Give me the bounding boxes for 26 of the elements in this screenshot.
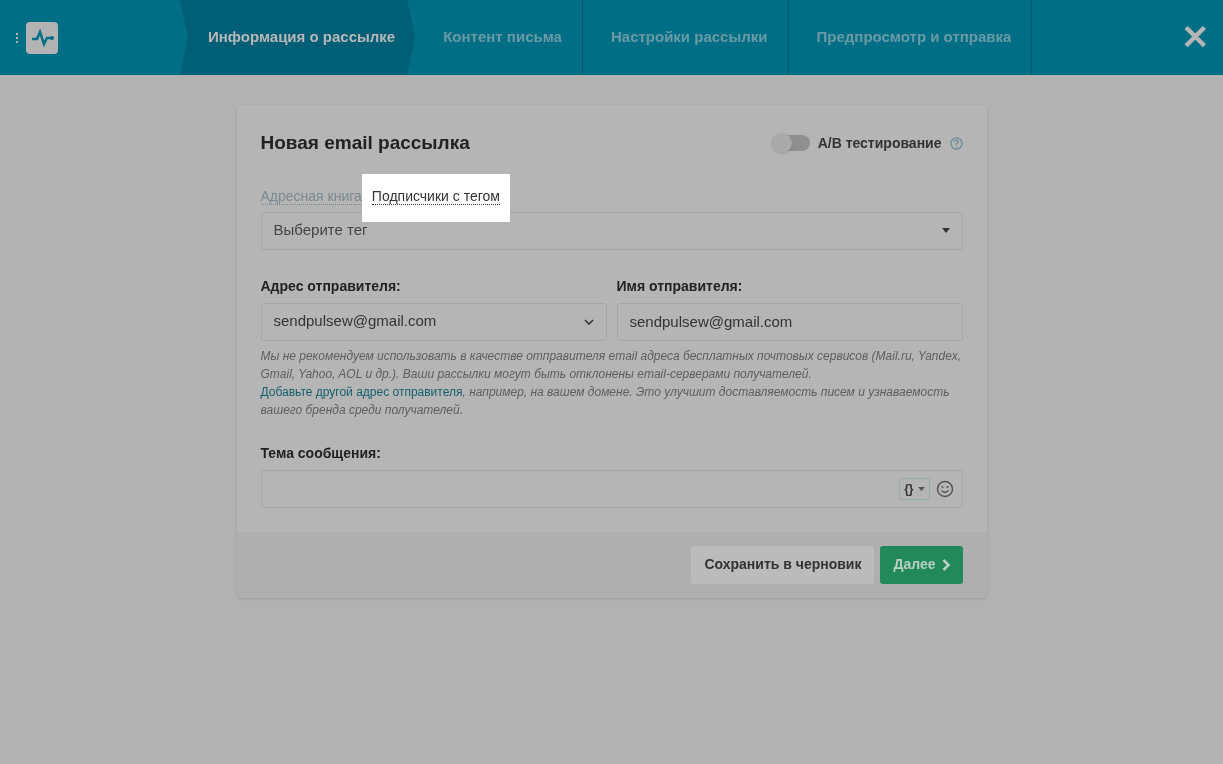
step-tab[interactable]: Настройки рассылки — [582, 0, 789, 75]
pulse-logo-icon[interactable] — [26, 21, 58, 54]
caret-icon — [917, 486, 925, 491]
ab-test-label: A/B тестирование — [817, 133, 942, 153]
step-tab[interactable]: Контент письма — [415, 0, 583, 75]
ab-test-toggle[interactable] — [771, 135, 810, 152]
field-label: Адрес отправителя: — [260, 276, 402, 296]
step-tab[interactable]: Предпросмотр и отправка — [788, 0, 1033, 75]
next-button[interactable]: Далее — [880, 545, 963, 584]
tag-select[interactable]: Выберите тег — [260, 211, 963, 250]
variable-button[interactable]: {} — [899, 477, 930, 500]
form-title: Новая email рассылка — [260, 131, 470, 155]
save-draft-button[interactable]: Сохранить в черновик — [691, 545, 875, 584]
field-label: Тема сообщения: — [260, 443, 382, 463]
sender-address-select[interactable]: sendpulsew@gmail.com — [260, 302, 607, 341]
caret-icon — [941, 228, 950, 233]
sender-name-field[interactable]: sendpulsew@gmail.com — [616, 302, 963, 341]
smiley-icon[interactable] — [935, 479, 954, 498]
sender-hint-text: Мы не рекомендуем использовать в качестве отправителя email адреса бесплатных почтовых сервисов (Mail.ru, Yandex, Gmail, Yahoo, AOL и др.). Ваши рассылки могут быть отклонены email-серверами получателей. Добавьте другой адрес отправителя, например, на вашем домене. Это улучшит доставляемость писем и узнаваемость вашего бренда среди получателей. — [260, 347, 963, 419]
chevron-right-icon — [941, 558, 950, 571]
help-icon[interactable] — [949, 136, 963, 150]
field-label: Имя отправителя: — [616, 276, 744, 296]
subject-field[interactable]: {} — [260, 469, 963, 508]
chevron-down-icon — [583, 318, 594, 325]
step-tab[interactable]: Информация о рассылке — [180, 0, 416, 75]
close-button[interactable]: ✕ — [1181, 20, 1209, 54]
